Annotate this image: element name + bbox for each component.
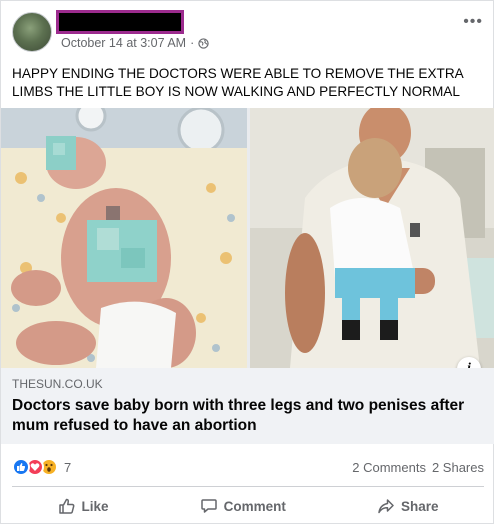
reactions-row: 7 2 Comments 2 Shares (12, 456, 484, 478)
post-timestamp[interactable]: October 14 at 3:07 AM (61, 36, 186, 50)
shares-count[interactable]: 2 Shares (432, 460, 484, 475)
photo-left-infant (1, 108, 247, 368)
comment-icon (200, 499, 217, 513)
post-card: October 14 at 3:07 AM · ••• HAPPY ENDING… (0, 0, 494, 524)
more-options-icon[interactable]: ••• (463, 13, 483, 31)
link-preview[interactable]: THESUN.CO.UK Doctors save baby born with… (1, 368, 494, 444)
like-icon (58, 498, 74, 514)
link-domain: THESUN.CO.UK (12, 377, 103, 391)
comments-count[interactable]: 2 Comments (352, 460, 426, 475)
author-name-redacted[interactable] (56, 10, 184, 34)
engagement-stats: 2 Comments 2 Shares (352, 460, 484, 475)
share-button[interactable]: Share (377, 497, 439, 515)
avatar[interactable] (12, 12, 52, 52)
like-button[interactable]: Like (58, 497, 109, 515)
globe-icon[interactable] (198, 37, 209, 49)
like-reaction-icon (12, 458, 30, 476)
post-meta: October 14 at 3:07 AM · (61, 36, 209, 50)
meta-separator: · (190, 36, 195, 50)
share-icon (378, 499, 394, 514)
like-label: Like (81, 498, 109, 514)
photo-right-doctor (250, 108, 494, 368)
post-header: October 14 at 3:07 AM · ••• (1, 1, 493, 57)
share-label: Share (400, 498, 439, 514)
action-bar: Like Comment Share (12, 490, 484, 522)
comment-button[interactable]: Comment (200, 497, 286, 515)
comment-label: Comment (223, 498, 286, 514)
post-media[interactable] (1, 108, 494, 368)
reactions-summary[interactable]: 7 (12, 458, 71, 476)
post-text: HAPPY ENDING THE DOCTORS WERE ABLE TO RE… (12, 66, 463, 99)
link-title[interactable]: Doctors save baby born with three legs a… (12, 396, 484, 436)
reaction-count: 7 (64, 459, 72, 475)
divider (12, 486, 484, 487)
